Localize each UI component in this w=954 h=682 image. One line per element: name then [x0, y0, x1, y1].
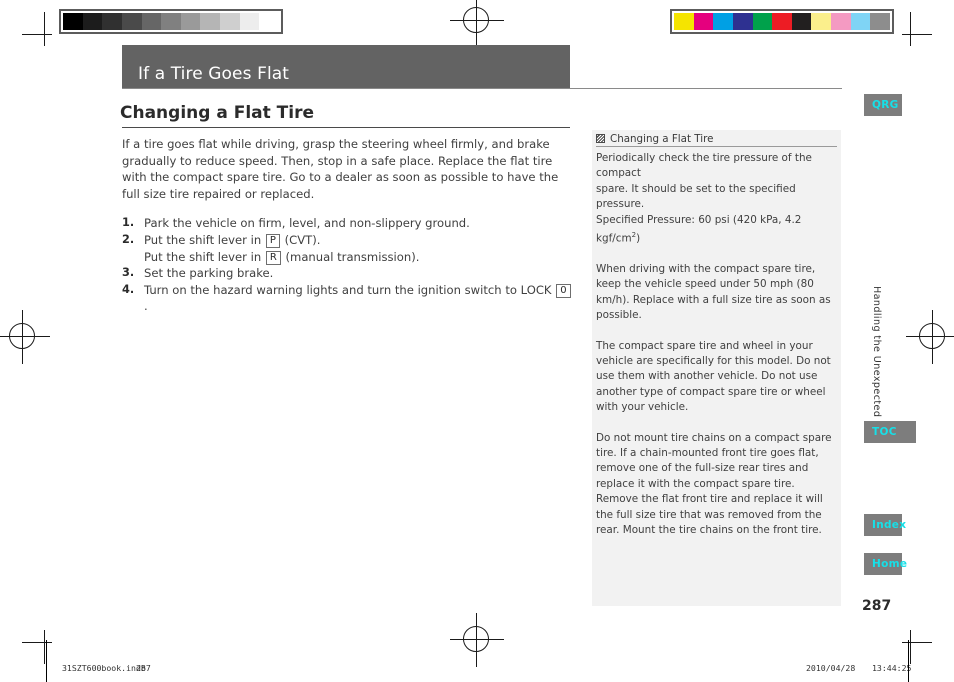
- color-swatch: [693, 13, 714, 30]
- info-pressure-line-3-end: ): [636, 232, 641, 245]
- step-text-tail: .: [144, 299, 148, 314]
- color-swatch: [713, 13, 733, 30]
- step-text: Set the parking brake.: [144, 266, 274, 281]
- color-swatch: [870, 13, 891, 30]
- control-symbol-box: 0: [556, 283, 571, 298]
- print-footer: 31SZT600book.indb 287 2010/04/28 13:44:2…: [0, 654, 954, 682]
- info-panel-heading: Changing a Flat Tire: [610, 132, 714, 145]
- step-text: Put the shift lever in: [144, 232, 265, 247]
- nav-button-index[interactable]: Index: [864, 514, 906, 536]
- grayscale-swatch: [63, 13, 83, 30]
- footer-file-name: 31SZT600book.indb: [62, 663, 146, 673]
- info-paragraph-pressure: Periodically check the tire pressure of …: [596, 151, 837, 247]
- control-symbol-box: R: [265, 250, 281, 265]
- registration-mark-left: [0, 310, 50, 364]
- color-swatch: [831, 13, 851, 30]
- info-paragraph-speed: When driving with the compact spare tire…: [596, 262, 831, 322]
- control-symbol-box: P: [265, 233, 280, 248]
- step-number: 4.: [122, 282, 135, 296]
- band-rule: [122, 88, 842, 89]
- step-number: 2.: [122, 232, 135, 246]
- color-swatch: [791, 13, 812, 30]
- grayscale-swatch: [141, 13, 162, 30]
- color-swatch: [732, 13, 753, 30]
- step-line: Put the shift lever in P (CVT).: [144, 232, 572, 249]
- info-panel-body: Periodically check the tire pressure of …: [596, 151, 837, 538]
- grayscale-calibration-bar: [59, 9, 283, 34]
- footer-page: 287: [136, 663, 151, 673]
- info-pressure-line-1: Periodically check the tire pressure of …: [596, 152, 812, 180]
- step-text: Put the shift lever in: [144, 249, 265, 264]
- registration-mark-top: [450, 0, 504, 48]
- chapter-title: If a Tire Goes Flat: [138, 64, 290, 84]
- grayscale-swatch: [102, 13, 122, 30]
- procedure-steps-list: 1. Park the vehicle on firm, level, and n…: [122, 215, 572, 315]
- info-pressure-line-3: Specified Pressure: 60 psi (420 kPa, 4.2…: [596, 213, 802, 245]
- color-swatch: [811, 13, 832, 30]
- step-number: 1.: [122, 216, 135, 230]
- step-line: Set the parking brake.: [144, 265, 572, 282]
- crop-corner-top-right: [902, 12, 932, 46]
- grayscale-swatch: [180, 13, 201, 30]
- color-swatch: [850, 13, 871, 30]
- info-paragraph-chains: Do not mount tire chains on a compact sp…: [596, 431, 832, 536]
- nav-button-toc[interactable]: TOC: [864, 421, 916, 443]
- step-text: Turn on the hazard warning lights and tu…: [144, 282, 556, 297]
- side-tab-label: Handling the Unexpected: [871, 286, 882, 418]
- color-calibration-bar: [670, 9, 894, 34]
- step-text-tail: (CVT).: [280, 232, 321, 247]
- procedure-step: 1. Park the vehicle on firm, level, and n…: [122, 215, 572, 232]
- grayscale-swatch: [220, 13, 240, 30]
- step-line: Park the vehicle on firm, level, and non…: [144, 215, 572, 232]
- info-panel: Changing a Flat Tire Periodically check …: [592, 130, 841, 606]
- step-text: Park the vehicle on firm, level, and non…: [144, 216, 470, 231]
- step-number: 3.: [122, 266, 135, 280]
- color-swatch: [674, 13, 694, 30]
- grayscale-swatch: [200, 13, 221, 30]
- intro-paragraph: If a tire goes flat while driving, grasp…: [122, 137, 559, 201]
- color-swatch: [752, 13, 773, 30]
- crop-corner-top-left: [22, 12, 52, 46]
- footer-time: 13:44:25: [872, 663, 912, 673]
- nav-button-qrg[interactable]: QRG: [864, 94, 902, 116]
- footer-divider-line: [46, 640, 47, 682]
- info-panel-header: Changing a Flat Tire: [592, 130, 841, 147]
- info-pressure-line-2: spare. It should be set to the specified…: [596, 182, 796, 211]
- step-text-tail: (manual transmission).: [281, 249, 420, 264]
- page-title: Changing a Flat Tire: [120, 103, 315, 123]
- registration-mark-right: [906, 310, 954, 364]
- title-rule: [122, 127, 570, 128]
- footer-divider-line-right: [908, 640, 909, 682]
- grayscale-swatch: [82, 13, 103, 30]
- grayscale-swatch: [161, 13, 181, 30]
- procedure-step: 3. Set the parking brake.: [122, 265, 572, 282]
- grayscale-swatch: [239, 13, 260, 30]
- nav-button-home[interactable]: Home: [864, 553, 907, 575]
- grayscale-swatch: [259, 13, 280, 30]
- chapter-band: If a Tire Goes Flat: [122, 45, 570, 89]
- procedure-step: 4. Turn on the hazard warning lights and …: [122, 282, 572, 315]
- info-paragraph-model: The compact spare tire and wheel in your…: [596, 339, 831, 414]
- info-panel-header-rule: [596, 146, 837, 147]
- page-number: 287: [862, 598, 892, 614]
- hatched-square-icon: [596, 134, 605, 143]
- step-line: Put the shift lever in R (manual transmi…: [144, 249, 572, 266]
- footer-date: 2010/04/28: [806, 663, 856, 673]
- procedure-step: 2. Put the shift lever in P (CVT). Put the…: [122, 232, 572, 265]
- main-body-column: If a tire goes flat while driving, grasp…: [122, 136, 572, 315]
- step-line: Turn on the hazard warning lights and tu…: [144, 282, 572, 315]
- color-swatch: [772, 13, 792, 30]
- grayscale-swatch: [121, 13, 142, 30]
